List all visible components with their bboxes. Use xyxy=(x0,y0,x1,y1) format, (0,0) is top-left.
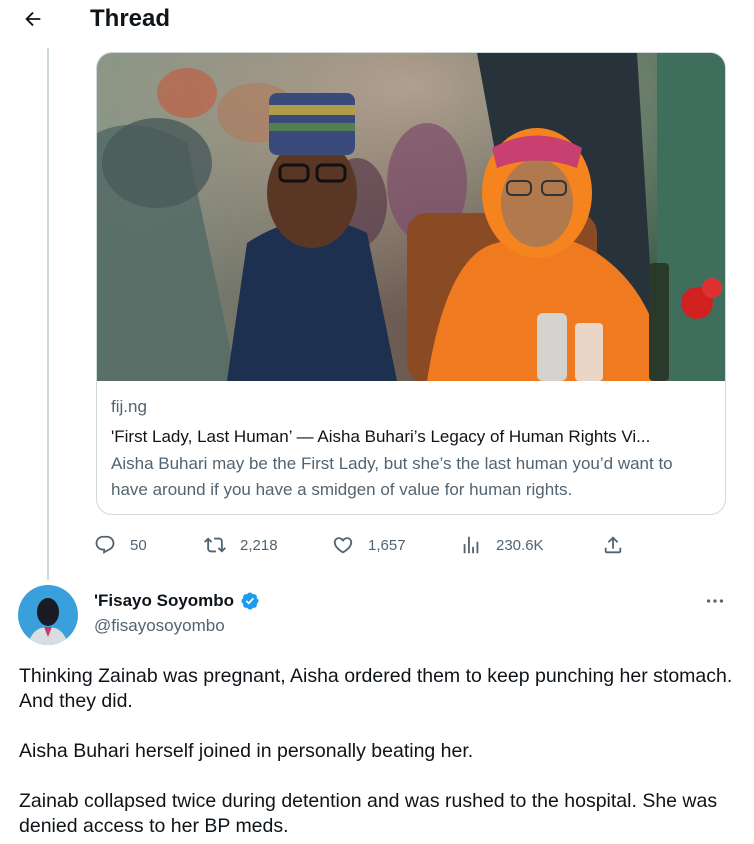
tweet-paragraph: Thinking Zainab was pregnant, Aisha orde… xyxy=(19,665,733,712)
tweet-actions: 50 2,218 1,657 230.6K xyxy=(0,530,754,560)
thread-connector-line xyxy=(47,48,49,580)
author-name[interactable]: 'Fisayo Soyombo xyxy=(94,591,260,611)
share-icon xyxy=(604,536,622,554)
back-button[interactable] xyxy=(20,6,46,32)
card-domain: fij.ng xyxy=(111,397,147,416)
more-options-button[interactable] xyxy=(700,590,730,612)
card-image xyxy=(97,53,725,381)
header: Thread xyxy=(0,0,754,40)
reply-button[interactable]: 50 xyxy=(94,530,147,560)
page-title: Thread xyxy=(90,5,171,32)
retweet-count: 2,218 xyxy=(240,536,278,554)
reply-count: 50 xyxy=(130,536,147,554)
like-count: 1,657 xyxy=(368,536,406,554)
retweet-icon xyxy=(204,537,226,553)
views-icon xyxy=(463,536,479,554)
like-icon xyxy=(333,537,353,554)
tweet-paragraph: Aisha Buhari herself joined in personall… xyxy=(19,740,474,762)
card-description: Aisha Buhari may be the First Lady, but … xyxy=(111,454,673,499)
card-title: 'First Lady, Last Human’ — Aisha Buhari’… xyxy=(111,427,651,446)
retweet-button[interactable]: 2,218 xyxy=(204,530,278,560)
tweet-text: Thinking Zainab was pregnant, Aisha orde… xyxy=(19,664,739,844)
avatar-image xyxy=(18,585,78,645)
card-meta: fij.ng 'First Lady, Last Human’ — Aisha … xyxy=(111,397,711,503)
avatar[interactable] xyxy=(18,585,78,645)
card-photo xyxy=(97,53,725,381)
tweet-paragraph: Zainab collapsed twice during detention … xyxy=(19,790,718,837)
views-count: 230.6K xyxy=(496,536,544,554)
author-handle[interactable]: @fisayosoyombo xyxy=(94,616,225,636)
author-display-name: 'Fisayo Soyombo xyxy=(94,591,235,610)
link-preview-card[interactable]: fij.ng 'First Lady, Last Human’ — Aisha … xyxy=(96,52,726,515)
reply-icon xyxy=(95,535,115,554)
views-button[interactable]: 230.6K xyxy=(460,530,544,560)
back-arrow-icon xyxy=(25,11,41,27)
like-button[interactable]: 1,657 xyxy=(332,530,406,560)
share-button[interactable] xyxy=(602,530,624,560)
more-icon xyxy=(706,599,724,603)
verified-badge-icon xyxy=(241,592,259,610)
